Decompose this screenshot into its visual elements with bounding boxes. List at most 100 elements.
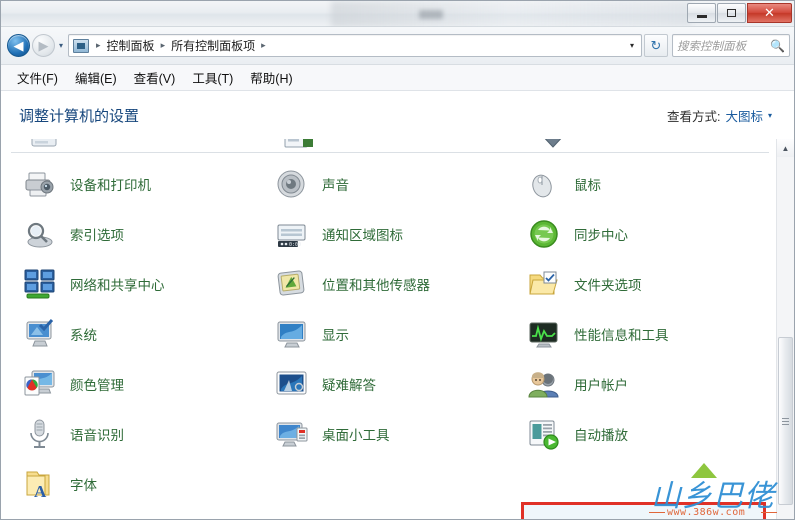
- item-speech-recognition[interactable]: 语音识别: [19, 409, 124, 459]
- item-sound[interactable]: 声音: [271, 159, 349, 209]
- view-mode-label: 查看方式:: [666, 109, 721, 124]
- item-label: 通知区域图标: [322, 228, 403, 243]
- item-label: 显示: [322, 328, 349, 343]
- speaker-icon: [275, 167, 309, 201]
- menu-file[interactable]: 文件(F): [17, 68, 58, 87]
- item-autoplay[interactable]: 自动播放: [523, 409, 628, 459]
- desktop-gadgets-icon: [275, 417, 309, 451]
- view-mode-selector[interactable]: 查看方式: 大图标 ▾: [667, 106, 772, 125]
- item-network-and-sharing-center[interactable]: 网络和共享中心: [19, 259, 165, 309]
- item-label: 用户帐户: [574, 378, 628, 393]
- item-notification-area-icons[interactable]: 0:00 通知区域图标: [271, 209, 403, 259]
- item-label: 颜色管理: [70, 378, 124, 393]
- item-label: 自动播放: [574, 428, 628, 443]
- refresh-icon: ↻: [650, 37, 662, 53]
- display-icon: [275, 317, 309, 351]
- window-controls: ✕: [687, 3, 792, 23]
- item-location-and-other-sensors[interactable]: 位置和其他传感器: [271, 259, 430, 309]
- item-devices-and-printers[interactable]: 设备和打印机: [19, 159, 151, 209]
- printer-icon: [23, 167, 57, 201]
- mouse-icon: [527, 167, 561, 201]
- item-label: 文件夹选项: [574, 278, 642, 293]
- breadcrumb-separator-0[interactable]: ▸: [92, 40, 105, 51]
- item-color-management[interactable]: 颜色管理: [19, 359, 124, 409]
- color-management-icon: [23, 367, 57, 401]
- user-accounts-icon: [527, 367, 561, 401]
- item-sync-center[interactable]: 同步中心: [523, 209, 628, 259]
- item-label: 声音: [322, 178, 349, 193]
- breadcrumb-separator-1[interactable]: ▸: [157, 40, 170, 51]
- item-label: 鼠标: [574, 178, 601, 193]
- folder-options-icon: [527, 267, 561, 301]
- item-performance-information-and-tools[interactable]: 性能信息和工具: [523, 309, 669, 359]
- control-panel-icon: [73, 38, 90, 53]
- address-dropdown-icon[interactable]: ▾: [630, 41, 634, 50]
- navigation-bar: ◀ ▶ ▾ ▸ 控制面板 ▸ 所有控制面板项 ▸ ▾ ↻ 搜索控制面板 🔍: [1, 27, 794, 65]
- performance-icon: [527, 317, 561, 351]
- item-display[interactable]: 显示: [271, 309, 349, 359]
- minimize-button[interactable]: [687, 3, 716, 23]
- content-header: 调整计算机的设置 查看方式: 大图标 ▾: [1, 91, 794, 139]
- watermark-rule-right: [761, 512, 777, 513]
- scroll-up-button[interactable]: ▲: [777, 139, 794, 157]
- menu-bar: 文件(F) 编辑(E) 查看(V) 工具(T) 帮助(H): [1, 65, 794, 91]
- page-title: 调整计算机的设置: [19, 107, 140, 125]
- menu-edit[interactable]: 编辑(E): [75, 68, 117, 87]
- svg-text:0:00: 0:00: [289, 242, 301, 248]
- watermark-logo: 山乡巴佬 www.386w.com: [649, 463, 794, 519]
- partial-scrolled-row: [1, 139, 776, 153]
- breadcrumb-item-all-items[interactable]: 所有控制面板项: [169, 37, 257, 54]
- menu-help[interactable]: 帮助(H): [250, 68, 292, 87]
- control-panel-window: ✕ ◀ ▶ ▾ ▸ 控制面板 ▸ 所有控制面板项 ▸ ▾ ↻ 搜索控制面板 🔍: [0, 0, 795, 520]
- maximize-icon: [727, 9, 736, 17]
- item-label: 疑难解答: [322, 378, 376, 393]
- item-desktop-gadgets[interactable]: 桌面小工具: [271, 409, 390, 459]
- search-icon: 🔍: [770, 38, 785, 53]
- close-icon: ✕: [764, 5, 775, 20]
- refresh-button[interactable]: ↻: [644, 34, 668, 57]
- svg-text:A: A: [34, 482, 47, 501]
- network-sharing-icon: [23, 267, 57, 301]
- notification-area-icon: 0:00: [275, 217, 309, 251]
- address-bar[interactable]: ▸ 控制面板 ▸ 所有控制面板项 ▸ ▾: [68, 34, 642, 57]
- menu-tools[interactable]: 工具(T): [192, 68, 233, 87]
- cut-icon-recovery: [536, 139, 570, 149]
- cut-icon-region-language: [284, 139, 313, 149]
- back-arrow-icon: ◀: [13, 37, 24, 53]
- system-icon: [23, 317, 57, 351]
- maximize-button[interactable]: [717, 3, 746, 23]
- item-label: 桌面小工具: [322, 428, 390, 443]
- item-folder-options[interactable]: 文件夹选项: [523, 259, 642, 309]
- breadcrumb-item-control-panel[interactable]: 控制面板: [105, 37, 157, 54]
- forward-button[interactable]: ▶: [32, 34, 55, 57]
- search-input[interactable]: 搜索控制面板: [677, 38, 770, 54]
- search-box[interactable]: 搜索控制面板 🔍: [672, 34, 790, 57]
- titlebar-ghost-text: [419, 10, 443, 19]
- view-mode-value[interactable]: 大图标: [725, 106, 763, 125]
- item-system[interactable]: 系统: [19, 309, 97, 359]
- history-dropdown-icon[interactable]: ▾: [59, 41, 63, 50]
- content-divider: [11, 152, 769, 153]
- cut-icon-keyboard: [31, 139, 57, 149]
- item-indexing-options[interactable]: 索引选项: [19, 209, 124, 259]
- breadcrumb-separator-2[interactable]: ▸: [257, 40, 270, 51]
- item-label: 位置和其他传感器: [322, 278, 430, 293]
- item-label: 设备和打印机: [70, 178, 151, 193]
- index-search-icon: [23, 217, 57, 251]
- close-button[interactable]: ✕: [747, 3, 792, 23]
- chevron-down-icon[interactable]: ▾: [768, 111, 772, 120]
- item-label: 索引选项: [70, 228, 124, 243]
- item-fonts[interactable]: A 字体: [19, 459, 97, 509]
- menu-view[interactable]: 查看(V): [134, 68, 176, 87]
- back-button[interactable]: ◀: [7, 34, 30, 57]
- item-troubleshooting[interactable]: 疑难解答: [271, 359, 376, 409]
- forward-arrow-icon: ▶: [38, 37, 49, 53]
- item-label: 语音识别: [70, 428, 124, 443]
- item-label: 系统: [70, 328, 97, 343]
- location-sensor-icon: [275, 267, 309, 301]
- item-label: 字体: [70, 478, 97, 493]
- item-label: 网络和共享中心: [70, 278, 165, 293]
- sync-center-icon: [527, 217, 561, 251]
- item-user-accounts[interactable]: 用户帐户: [523, 359, 628, 409]
- item-mouse[interactable]: 鼠标: [523, 159, 601, 209]
